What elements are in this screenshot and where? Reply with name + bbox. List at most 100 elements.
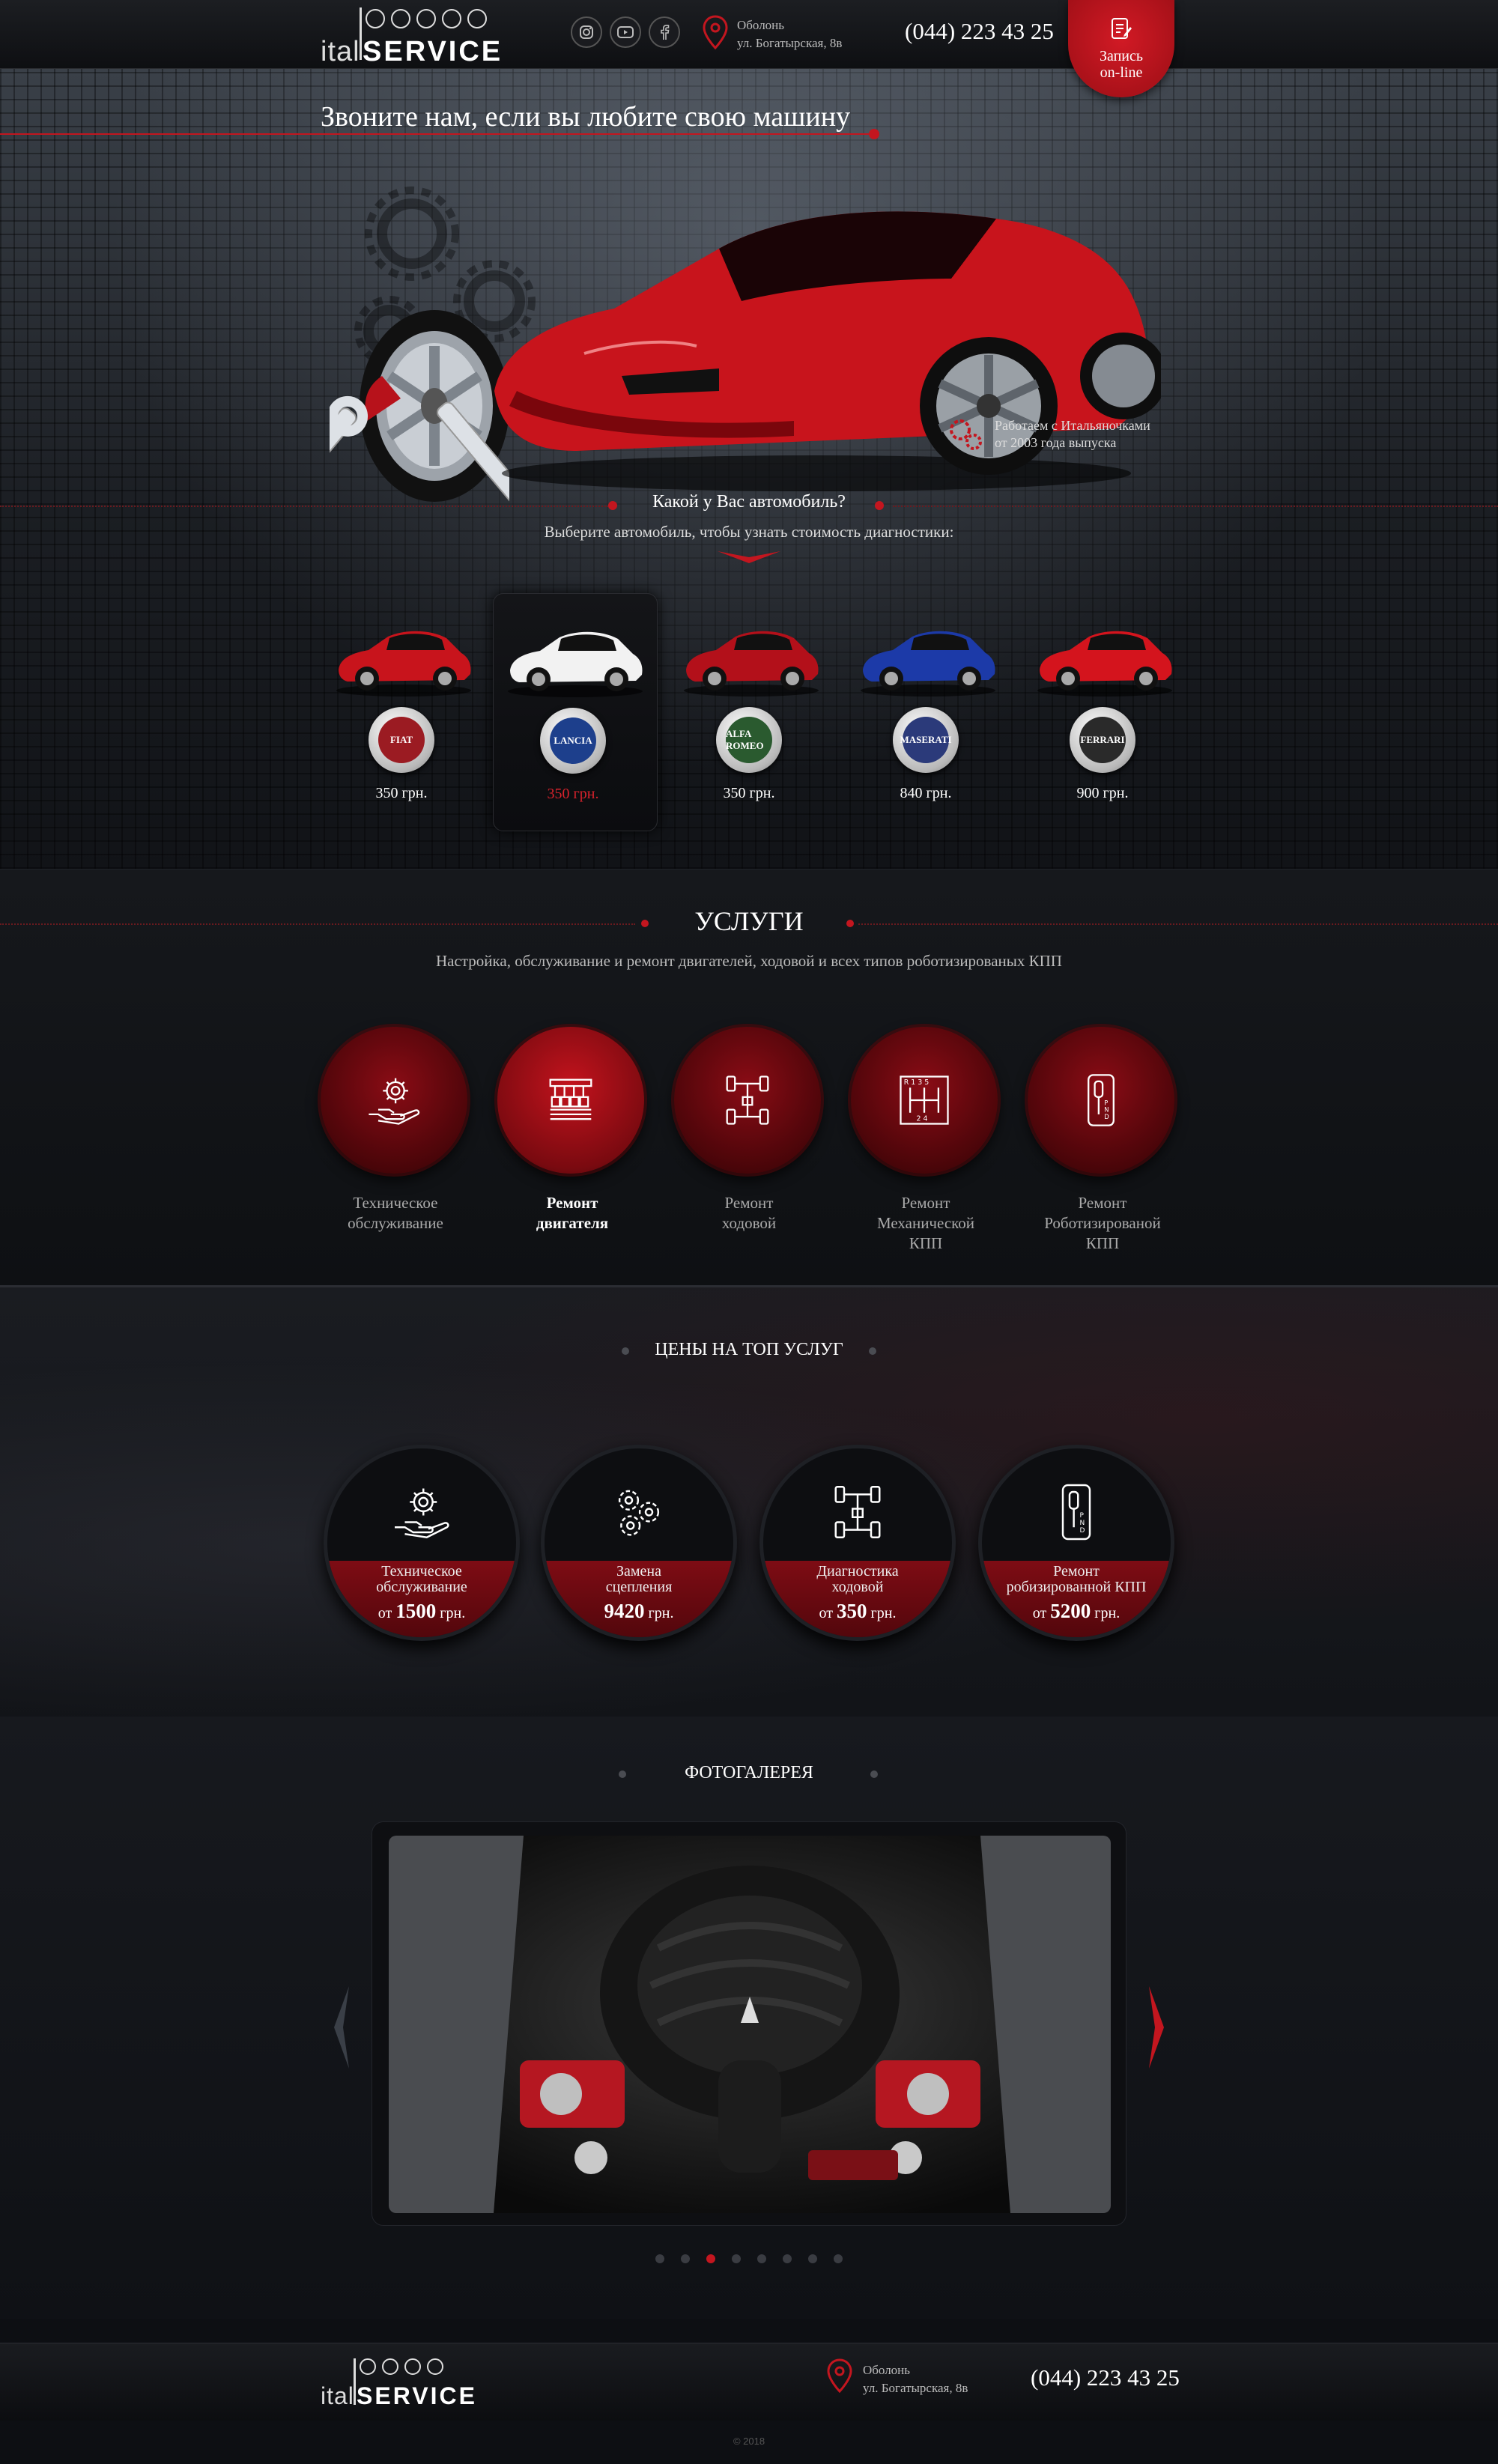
car-question-subtitle: Выберите автомобиль, чтобы узнать стоимо…: [544, 523, 954, 541]
booking-note-icon: [1112, 18, 1132, 39]
logo-service: SERVICE: [363, 36, 503, 67]
price-card-name: Замена сцепления: [605, 1563, 673, 1595]
gallery-prev-arrow[interactable]: [333, 1986, 351, 2069]
price-card[interactable]: Замена сцепления 9420 грн.: [541, 1445, 737, 1641]
footer-logo[interactable]: ital SERVICE: [321, 2352, 475, 2411]
service-label: Ремонт ходовой: [721, 1194, 777, 1232]
phone-number[interactable]: (044) 223 43 25: [905, 18, 1054, 45]
services-title: УСЛУГИ: [694, 906, 804, 936]
lancia-badge-icon: LANCIA: [540, 708, 606, 774]
car-option-ferrari[interactable]: FERRARI 900 грн.: [1023, 593, 1188, 831]
top-prices-section: ЦЕНЫ НА ТОП УСЛУГ Техническое обслуживани…: [0, 1285, 1498, 1717]
gallery-dot[interactable]: [834, 2254, 843, 2263]
address-line1: Оболонь: [737, 18, 785, 32]
gallery-dot[interactable]: [757, 2254, 766, 2263]
hero-title-underline: [0, 133, 873, 135]
gallery-dot[interactable]: [706, 2254, 715, 2263]
svg-text:D: D: [1080, 1527, 1085, 1535]
gallery-dot[interactable]: [732, 2254, 741, 2263]
work-since-note: Работаем с Итальяночками от 2003 года вы…: [945, 413, 1150, 455]
logo[interactable]: ital SERVICE: [321, 6, 500, 67]
price-card[interactable]: Техническое обслуживание от 1500 грн.: [324, 1445, 520, 1641]
work-since-line1: Работаем с Итальяночками: [995, 418, 1150, 433]
chassis-icon: [763, 1448, 952, 1561]
price-card-price: от 350 грн.: [819, 1600, 897, 1622]
chevron-down-icon: [718, 551, 780, 563]
copyright: © 2018: [733, 2436, 765, 2447]
booking-line2: on-line: [1100, 64, 1143, 81]
social-links: [571, 16, 680, 48]
location-pin-icon: [703, 15, 728, 53]
youtube-icon[interactable]: [610, 16, 641, 48]
price-card-price: от 1500 грн.: [377, 1600, 466, 1622]
instagram-icon[interactable]: [571, 16, 602, 48]
price-card-price: от 5200 грн.: [1032, 1600, 1121, 1622]
robot-gearbox-icon: P N D: [1028, 1027, 1174, 1174]
fiat-badge-icon: FIAT: [369, 707, 434, 773]
car-price: 350 грн.: [723, 785, 775, 801]
header: ital SERVICE Оболонь ул. Богатырская, 8в…: [0, 0, 1498, 69]
service-item[interactable]: P N D Ремонт Роботизированой КПП: [1028, 1027, 1177, 1254]
car-price: 350 грн.: [375, 785, 428, 801]
gallery-section: ФОТОГАЛЕРЕЯ: [0, 1717, 1498, 2319]
footer-logo-ital: ital: [321, 2382, 354, 2409]
maintenance-icon: [321, 1027, 467, 1174]
price-card[interactable]: P N D Ремонт робизированной КПП от 5200 г…: [978, 1445, 1174, 1641]
footer-address-line2: ул. Богатырская, 8в: [863, 2381, 968, 2395]
services-subtitle: Настройка, обслуживание и ремонт двигате…: [436, 952, 1062, 970]
footer-location-pin-icon: [827, 2358, 852, 2397]
svg-text:N: N: [1080, 1520, 1085, 1527]
work-since-line2: от 2003 года выпуска: [995, 435, 1117, 450]
clutch-gears-icon: [545, 1448, 733, 1561]
service-item[interactable]: Техническое обслуживание: [321, 1027, 470, 1233]
hero-title-dot: [869, 129, 879, 139]
service-label: Ремонт двигателя: [536, 1194, 609, 1232]
price-card[interactable]: Диагностика ходовой от 350 грн.: [759, 1445, 956, 1641]
manual-gearbox-icon: R 1 3 5 2 4: [851, 1027, 998, 1174]
maintenance-icon: [327, 1448, 516, 1561]
svg-text:R 1 3 5: R 1 3 5: [904, 1078, 930, 1087]
car-price: 840 грн.: [900, 785, 952, 801]
price-card-price: 9420 грн.: [604, 1600, 674, 1622]
gallery-slider: [372, 1821, 1126, 2226]
car-option-alfa-romeo[interactable]: ALFA ROMEO 350 грн.: [670, 593, 834, 831]
svg-text:P: P: [1080, 1512, 1085, 1520]
price-card-name: Диагностика ходовой: [816, 1563, 899, 1595]
car-question-title: Какой у Вас автомобиль?: [652, 492, 846, 512]
service-label: Техническое обслуживание: [348, 1194, 443, 1232]
ferrari-badge-icon: FERRARI: [1070, 707, 1135, 773]
gallery-dot[interactable]: [681, 2254, 690, 2263]
car-option-fiat[interactable]: FIAT 350 грн.: [322, 593, 487, 831]
car-option-maserati[interactable]: MASERATI 840 грн.: [846, 593, 1011, 831]
service-label: Ремонт Роботизированой КПП: [1044, 1194, 1161, 1252]
svg-text:D: D: [1104, 1113, 1109, 1120]
footer: ital SERVICE Оболонь ул. Богатырская, 8в…: [0, 2343, 1498, 2421]
footer-address-line1: Оболонь: [863, 2363, 911, 2377]
gallery-dot[interactable]: [808, 2254, 817, 2263]
price-card-name: Ремонт робизированной КПП: [1006, 1563, 1147, 1595]
services-section: УСЛУГИ Настройка, обслуживание и ремонт …: [0, 869, 1498, 1285]
small-gears-icon: [950, 419, 982, 450]
gallery-dot[interactable]: [783, 2254, 792, 2263]
facebook-icon[interactable]: [649, 16, 680, 48]
car-price: 900 грн.: [1076, 785, 1129, 801]
car-option-lancia[interactable]: LANCIA 350 грн.: [493, 593, 658, 831]
footer-logo-service: SERVICE: [357, 2382, 477, 2409]
car-selector: FIAT 350 грн. LANCIA 350 грн. ALFA ROMEO…: [322, 593, 1191, 908]
maserati-badge-icon: MASERATI: [893, 707, 959, 773]
gallery-engine-photo[interactable]: [389, 1836, 1111, 2213]
service-item[interactable]: R 1 3 5 2 4 Ремонт Механической КПП: [851, 1027, 1001, 1254]
brand-badges: [366, 9, 487, 28]
hero-section: Звоните нам, если вы любите свою машину: [0, 69, 1498, 869]
robot-gearbox-icon: P N D: [982, 1448, 1171, 1561]
gallery-pagination: [0, 2254, 1498, 2263]
gallery-next-arrow[interactable]: [1147, 1986, 1165, 2069]
footer-phone-number[interactable]: (044) 223 43 25: [1031, 2364, 1180, 2391]
gallery-dot[interactable]: [655, 2254, 664, 2263]
price-card-name: Техническое обслуживание: [376, 1563, 467, 1595]
gallery-title: ФОТОГАЛЕРЕЯ: [685, 1763, 813, 1782]
service-item[interactable]: Ремонт ходовой: [674, 1027, 824, 1233]
service-label: Ремонт Механической КПП: [876, 1194, 975, 1252]
service-item[interactable]: Ремонт двигателя: [497, 1027, 647, 1233]
footer-brand-badges: [360, 2358, 443, 2375]
